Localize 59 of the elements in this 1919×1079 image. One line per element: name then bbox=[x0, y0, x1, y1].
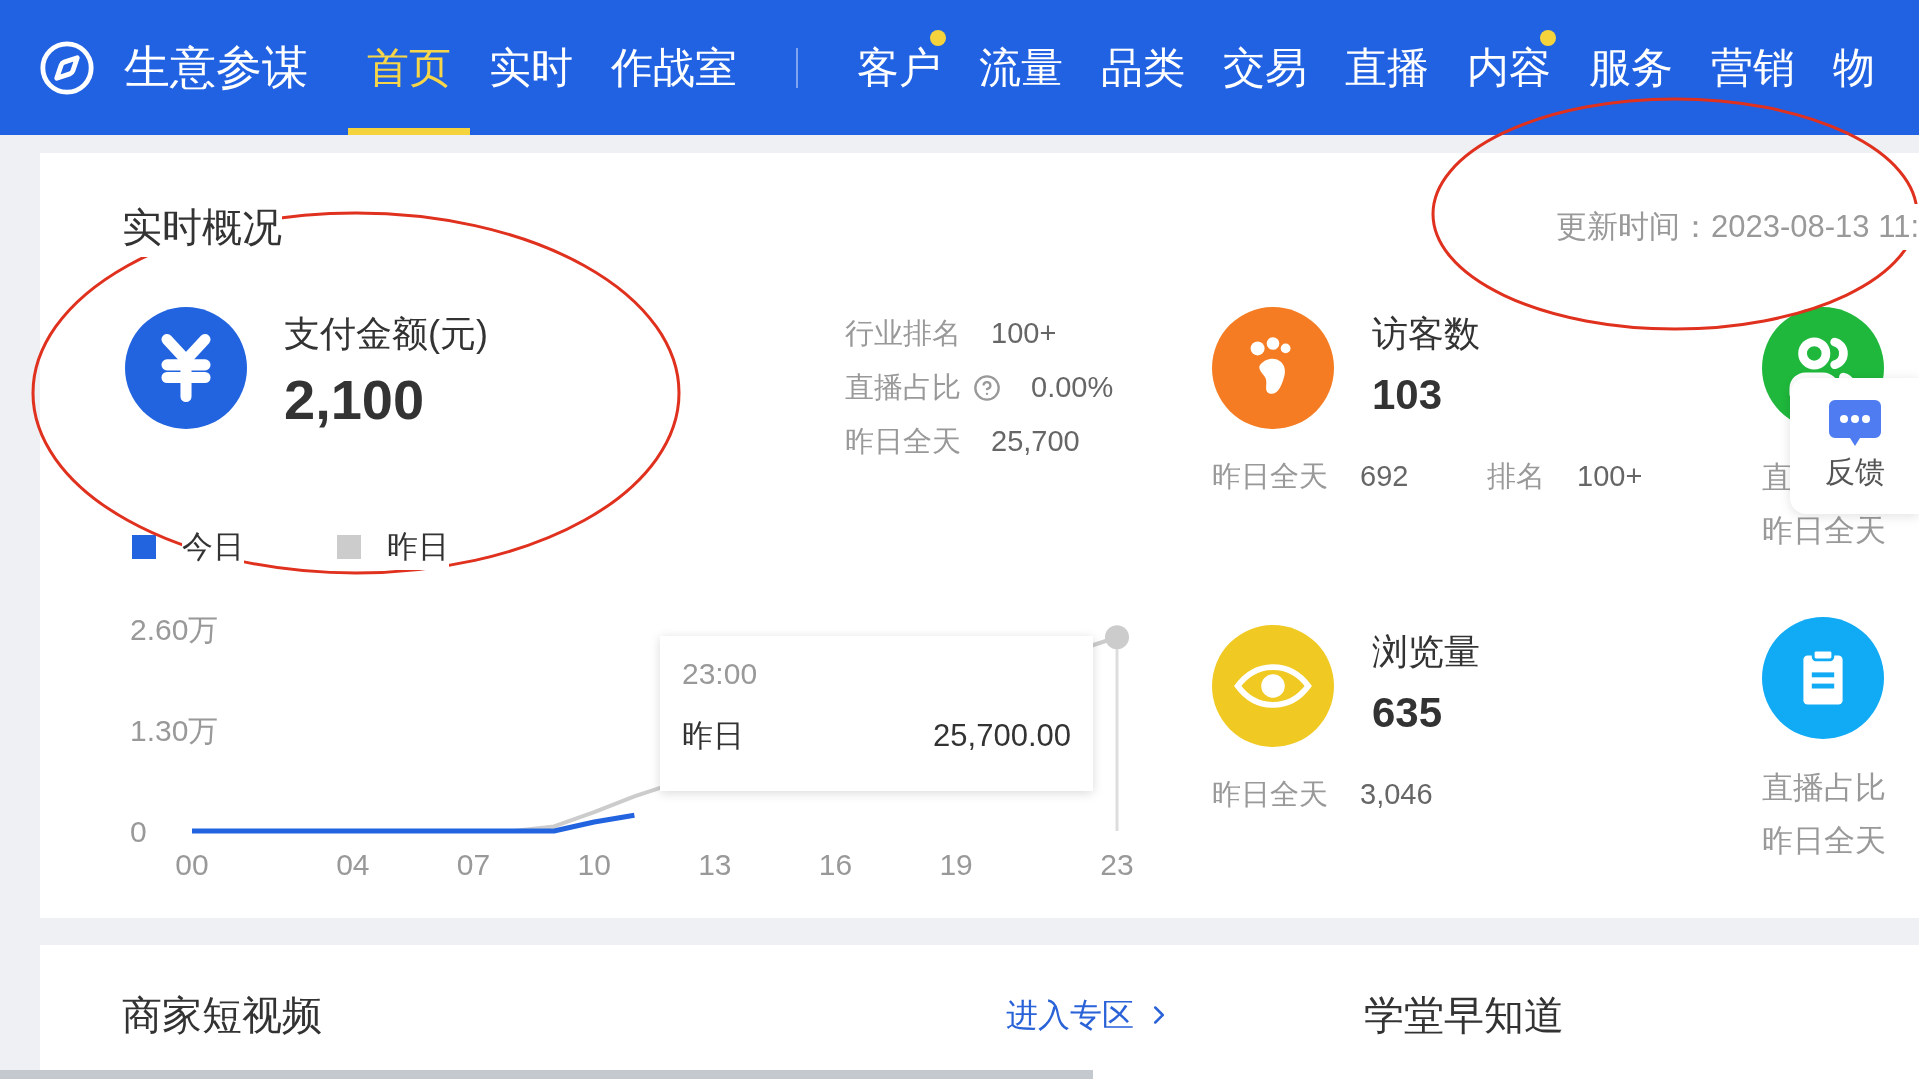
x-axis-label: 07 bbox=[456, 848, 491, 881]
y-axis-label: 0 bbox=[130, 814, 147, 848]
stat-value: 100+ bbox=[991, 316, 1057, 352]
nav-tab[interactable]: 品类 bbox=[1082, 0, 1204, 135]
tooltip-time: 23:00 bbox=[682, 656, 758, 692]
nav-tab[interactable]: 交易 bbox=[1204, 0, 1326, 135]
stat-label: 昨日全天 bbox=[845, 424, 961, 460]
section-title: 学堂早知道 bbox=[1364, 992, 1564, 1039]
x-axis-label: 00 bbox=[175, 848, 209, 881]
app-title: 生意参谋 bbox=[124, 40, 308, 95]
metric-value: 2,100 bbox=[284, 367, 425, 433]
help-icon[interactable] bbox=[973, 374, 1001, 402]
logo-icon bbox=[38, 38, 96, 97]
metric-label: 昨日全天 bbox=[1762, 512, 1886, 550]
x-axis-label: 10 bbox=[577, 848, 611, 881]
detail-label: 排名 bbox=[1487, 459, 1545, 494]
y-axis-label: 1.30万 bbox=[130, 713, 219, 747]
y-axis-label: 2.60万 bbox=[130, 612, 219, 646]
stat-label: 直播占比 bbox=[845, 370, 961, 406]
nav-tab[interactable]: 客户 bbox=[838, 0, 960, 135]
metric-value: 635 bbox=[1372, 688, 1443, 738]
nav-tab[interactable]: 首页 bbox=[348, 0, 470, 135]
x-axis-label: 16 bbox=[818, 848, 853, 881]
nav-tab[interactable]: 实时 bbox=[470, 0, 592, 135]
detail-value: 3,046 bbox=[1360, 777, 1433, 812]
x-axis-label: 19 bbox=[939, 848, 973, 881]
detail-label: 昨日全天 bbox=[1212, 777, 1328, 812]
chat-bubble-icon bbox=[1828, 400, 1881, 446]
nav-tab[interactable]: 内容 bbox=[1448, 0, 1570, 135]
feedback-button[interactable]: 反馈 bbox=[1790, 378, 1919, 514]
detail-value: 100+ bbox=[1577, 459, 1643, 494]
nav-tab[interactable]: 营销 bbox=[1692, 0, 1814, 135]
enter-zone-link[interactable]: 进入专区 bbox=[1006, 989, 1174, 1041]
update-time: 更新时间：2023-08-13 11: bbox=[1556, 203, 1919, 251]
metric-label: 昨日全天 bbox=[1762, 822, 1886, 860]
nav-tab[interactable]: 物 bbox=[1814, 0, 1894, 135]
nav-tab[interactable]: 作战室 bbox=[592, 0, 756, 135]
metric-label: 支付金额(元) bbox=[284, 312, 488, 356]
stat-label: 行业排名 bbox=[845, 316, 961, 352]
hover-point bbox=[1105, 625, 1129, 650]
x-axis-label: 13 bbox=[698, 848, 732, 881]
x-axis-label: 04 bbox=[336, 848, 370, 881]
scrollbar-thumb[interactable] bbox=[0, 1070, 1093, 1079]
detail-value: 692 bbox=[1360, 459, 1409, 494]
metric-label: 直播占比 bbox=[1762, 769, 1886, 807]
x-axis-label: 23 bbox=[1100, 848, 1134, 881]
section-title: 商家短视频 bbox=[122, 992, 323, 1039]
nav-tab[interactable]: 直播 bbox=[1326, 0, 1448, 135]
stat-value: 0.00% bbox=[1031, 370, 1114, 406]
metric-value: 103 bbox=[1372, 370, 1443, 420]
tooltip-value: 25,700.00 bbox=[933, 717, 1071, 755]
detail-label: 昨日全天 bbox=[1212, 459, 1328, 494]
tooltip-series: 昨日 bbox=[682, 717, 744, 755]
metric-label: 直 bbox=[1762, 459, 1793, 497]
metric-label: 访客数 bbox=[1372, 312, 1480, 356]
nav-tab[interactable]: 服务 bbox=[1570, 0, 1692, 135]
stat-value: 25,700 bbox=[991, 424, 1080, 460]
nav-tab[interactable]: 流量 bbox=[960, 0, 1082, 135]
metric-label: 浏览量 bbox=[1372, 630, 1480, 674]
